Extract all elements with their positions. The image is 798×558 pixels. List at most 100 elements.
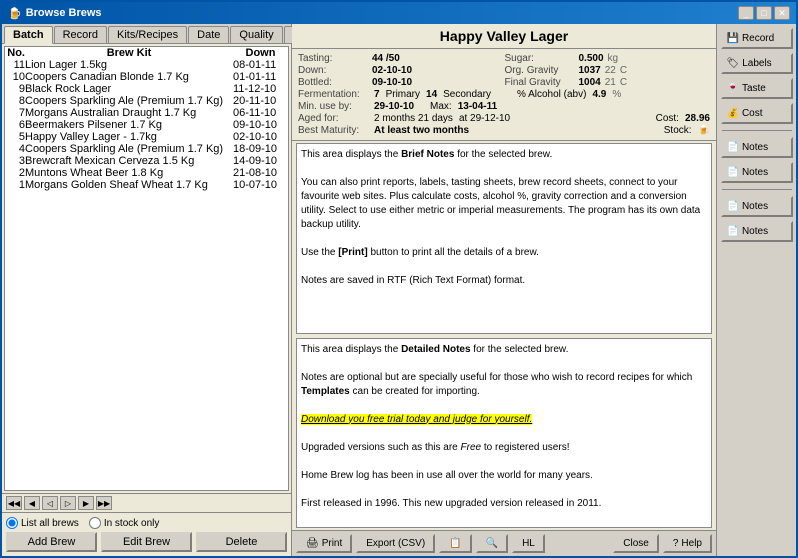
cost-label: Cost:: [656, 113, 679, 124]
question-icon: ?: [673, 538, 679, 549]
info-sugar: Sugar: 0.500 kg: [505, 53, 711, 64]
org-gravity-temp: 22: [605, 65, 616, 76]
table-row[interactable]: 6Beermakers Pilsener 1.7 Kg09-10-10: [5, 119, 288, 131]
record-button[interactable]: 💾 Record: [721, 28, 793, 49]
bottled-value: 09-10-10: [372, 77, 412, 88]
close-button[interactable]: ✕: [774, 6, 790, 20]
nav-bar: ◀◀ ◀ ◁ ▷ ▶ ▶▶: [2, 493, 291, 512]
print-button[interactable]: 🖨 Print: [296, 534, 352, 553]
cell-no: 4: [5, 143, 25, 155]
nav-first-button[interactable]: ◀◀: [6, 496, 22, 510]
copy-icon-button[interactable]: 📋: [439, 534, 471, 553]
notes1-button[interactable]: 📄 Notes: [721, 137, 793, 158]
add-brew-button[interactable]: Add Brew: [6, 532, 97, 552]
delete-brew-button[interactable]: Delete: [196, 532, 287, 552]
notes3-label: Notes: [742, 201, 768, 212]
notes2-icon: 📄: [727, 167, 739, 178]
cell-kit: Morgans Golden Sheaf Wheat 1.7 Kg: [25, 179, 233, 191]
separator-1: [722, 130, 792, 131]
hl-button[interactable]: HL: [512, 534, 545, 553]
radio-list-all[interactable]: List all brews: [6, 517, 79, 529]
help-button[interactable]: ? Help: [663, 534, 712, 553]
notes2-button[interactable]: 📄 Notes: [721, 162, 793, 183]
labels-label: Labels: [742, 58, 771, 69]
table-row[interactable]: 8Coopers Sparkling Ale (Premium 1.7 Kg)2…: [5, 95, 288, 107]
cell-kit: Brewcraft Mexican Cerveza 1.5 Kg: [25, 155, 233, 167]
best-maturity-label: Best Maturity:: [298, 125, 368, 136]
tasting-value: 44 /50: [372, 53, 400, 64]
table-row[interactable]: 9Black Rock Lager11-12-10: [5, 83, 288, 95]
radio-list-all-input[interactable]: [6, 517, 18, 529]
nav-last-button[interactable]: ▶▶: [96, 496, 112, 510]
cell-kit: Black Rock Lager: [25, 83, 233, 95]
col-header-down: Down: [233, 47, 288, 59]
help-label: Help: [681, 538, 702, 549]
table-row[interactable]: 5Happy Valley Lager - 1.7kg02-10-10: [5, 131, 288, 143]
cell-down: 20-11-10: [233, 95, 288, 107]
table-row[interactable]: 7Morgans Australian Draught 1.7 Kg06-11-…: [5, 107, 288, 119]
cell-down: 06-11-10: [233, 107, 288, 119]
notes-area: This area displays the Brief Notes for t…: [292, 141, 716, 530]
table-row[interactable]: 4Coopers Sparkling Ale (Premium 1.7 Kg)1…: [5, 143, 288, 155]
labels-icon: 🏷: [727, 58, 740, 69]
info-bottled: Bottled: 09-10-10: [298, 77, 504, 88]
nav-prev-small-button[interactable]: ◁: [42, 496, 58, 510]
cell-no: 10: [5, 71, 25, 83]
nav-next-button[interactable]: ▶: [78, 496, 94, 510]
table-row[interactable]: 2Muntons Wheat Beer 1.8 Kg21-08-10: [5, 167, 288, 179]
max-label: Max:: [430, 101, 452, 112]
cost-icon: 💰: [727, 108, 739, 119]
print-label: Print: [322, 538, 343, 549]
table-row[interactable]: 10Coopers Canadian Blonde 1.7 Kg01-01-11: [5, 71, 288, 83]
edit-brew-button[interactable]: Edit Brew: [101, 532, 192, 552]
bottom-controls: List all brews In stock only Add Brew Ed…: [2, 512, 291, 556]
bottom-toolbar: 🖨 Print Export (CSV) 📋 🔍 HL Close: [292, 530, 716, 556]
export-csv-button[interactable]: Export (CSV): [356, 534, 435, 553]
action-buttons: Add Brew Edit Brew Delete: [6, 532, 287, 552]
cell-kit: Happy Valley Lager - 1.7kg: [25, 131, 233, 143]
table-row[interactable]: 3Brewcraft Mexican Cerveza 1.5 Kg14-09-1…: [5, 155, 288, 167]
cell-kit: Coopers Sparkling Ale (Premium 1.7 Kg): [25, 95, 233, 107]
nav-next-small-button[interactable]: ▷: [60, 496, 76, 510]
tabs-bar: Batch Record Kits/Recipes Date Quality H…: [2, 24, 291, 44]
maximize-button[interactable]: □: [756, 6, 772, 20]
radio-in-stock[interactable]: In stock only: [89, 517, 160, 529]
cost-button[interactable]: 💰 Cost: [721, 103, 793, 124]
search-button[interactable]: 🔍: [476, 534, 508, 553]
minimize-button[interactable]: _: [738, 6, 754, 20]
tab-date[interactable]: Date: [188, 26, 229, 43]
cell-no: 7: [5, 107, 25, 119]
sugar-label: Sugar:: [505, 53, 575, 64]
final-gravity-unit: C: [620, 77, 627, 88]
nav-prev-button[interactable]: ◀: [24, 496, 40, 510]
brew-table[interactable]: No. Brew Kit Down 11Lion Lager 1.5kg08-0…: [4, 46, 289, 491]
org-gravity-label: Org. Gravity: [505, 65, 575, 76]
tab-kits-recipes[interactable]: Kits/Recipes: [108, 26, 187, 43]
tab-batch[interactable]: Batch: [4, 26, 53, 44]
labels-button[interactable]: 🏷 Labels: [721, 53, 793, 74]
info-aged: Aged for: 2 months 21 days at 29-12-10 C…: [298, 113, 710, 124]
export-csv-label: Export (CSV): [366, 538, 425, 549]
notes3-button[interactable]: 📄 Notes: [721, 196, 793, 217]
radio-in-stock-input[interactable]: [89, 517, 101, 529]
cell-no: 6: [5, 119, 25, 131]
bottled-label: Bottled:: [298, 77, 368, 88]
radio-list-all-label: List all brews: [21, 518, 79, 529]
cell-no: 1: [5, 179, 25, 191]
tab-record[interactable]: Record: [54, 26, 107, 43]
center-panel: Happy Valley Lager Tasting: 44 /50 Sugar…: [292, 24, 716, 556]
cell-no: 3: [5, 155, 25, 167]
taste-button[interactable]: 🍷 Taste: [721, 78, 793, 99]
fermentation-primary-value: 7: [374, 89, 380, 100]
cell-down: 21-08-10: [233, 167, 288, 179]
table-row[interactable]: 11Lion Lager 1.5kg08-01-11: [5, 59, 288, 71]
info-grid: Tasting: 44 /50 Sugar: 0.500 kg Down: 02…: [292, 49, 716, 141]
table-row[interactable]: 1Morgans Golden Sheaf Wheat 1.7 Kg10-07-…: [5, 179, 288, 191]
tab-quality[interactable]: Quality: [230, 26, 282, 43]
close-button[interactable]: Close: [613, 534, 659, 553]
cell-kit: Lion Lager 1.5kg: [25, 59, 233, 71]
cell-down: 01-01-11: [233, 71, 288, 83]
notes1-label: Notes: [742, 142, 768, 153]
notes4-button[interactable]: 📄 Notes: [721, 221, 793, 242]
separator-2: [722, 189, 792, 190]
